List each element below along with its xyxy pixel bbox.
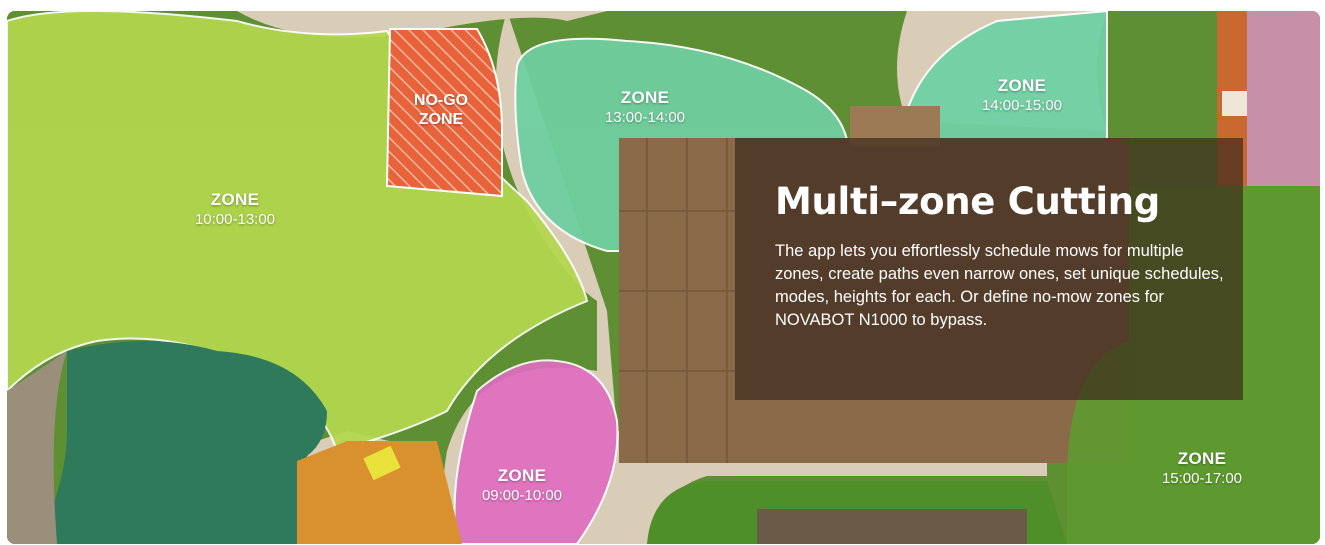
- feature-description: The app lets you effortlessly schedule m…: [775, 242, 1224, 329]
- zone-schedule: 10:00-13:00: [194, 210, 276, 228]
- garden-bed: [757, 509, 1027, 544]
- zone-label-10-13: ZONE 10:00-13:00: [185, 191, 285, 228]
- no-go-zone-label: NO-GO ZONE: [396, 91, 486, 129]
- zone-schedule: 14:00-15:00: [981, 96, 1063, 114]
- zone-schedule: 13:00-14:00: [604, 108, 686, 126]
- feature-banner: ZONE 10:00-13:00 ZONE 13:00-14:00 ZONE 1…: [7, 11, 1320, 544]
- no-go-line2: ZONE: [418, 111, 464, 129]
- feature-title: Multi–zone Cutting: [775, 180, 1160, 223]
- zone-name: ZONE: [497, 466, 547, 485]
- pond: [37, 341, 327, 544]
- zone-name: ZONE: [620, 88, 670, 107]
- zone-schedule: 09:00-10:00: [481, 486, 563, 504]
- zone-label-14-15: ZONE 14:00-15:00: [972, 77, 1072, 114]
- no-go-line1: NO-GO: [413, 92, 469, 109]
- zone-name: ZONE: [210, 190, 260, 209]
- feature-info-panel: Multi–zone Cutting The app lets you effo…: [735, 138, 1243, 400]
- zone-label-15-17: ZONE 15:00-17:00: [1152, 450, 1252, 487]
- zone-label-09-10: ZONE 09:00-10:00: [472, 467, 572, 504]
- zone-label-13-14: ZONE 13:00-14:00: [595, 89, 695, 126]
- zone-name: ZONE: [997, 76, 1047, 95]
- zone-name: ZONE: [1177, 449, 1227, 468]
- zone-schedule: 15:00-17:00: [1161, 469, 1243, 487]
